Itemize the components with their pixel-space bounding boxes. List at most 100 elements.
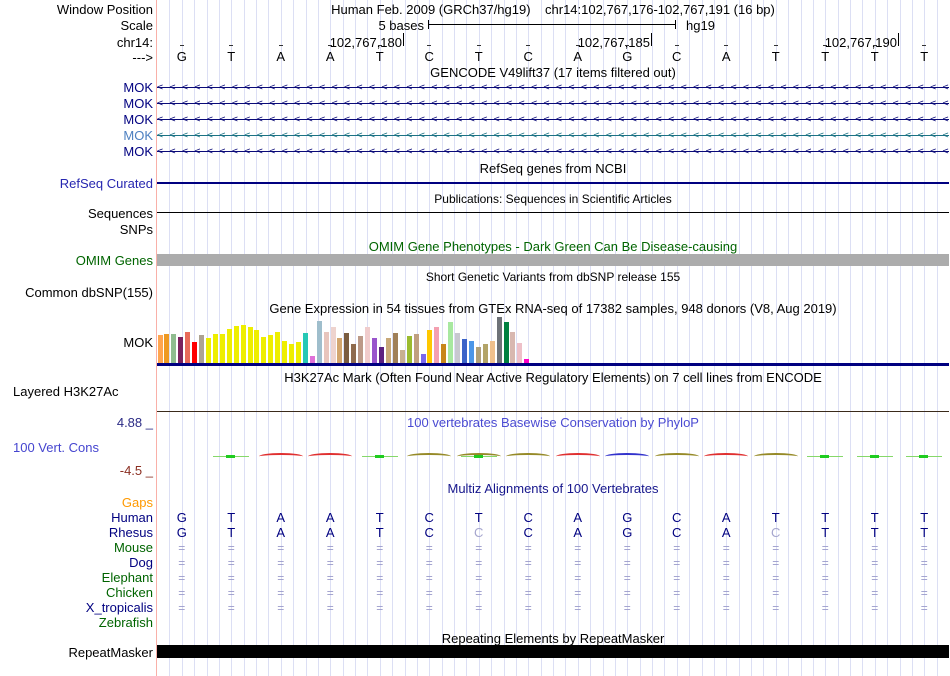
publications-track-title[interactable]: Publications: Sequences in Scientific Ar… bbox=[157, 192, 949, 207]
gtex-tissue-bar[interactable] bbox=[427, 330, 432, 363]
gtex-tissue-bar[interactable] bbox=[310, 356, 315, 363]
repeatmasker-track-title[interactable]: Repeating Elements by RepeatMasker bbox=[157, 631, 949, 646]
gtex-tissue-bar[interactable] bbox=[296, 342, 301, 363]
phylop-track-label[interactable]: 100 Vert. Cons bbox=[13, 440, 99, 456]
gtex-tissue-bar[interactable] bbox=[275, 332, 280, 363]
gtex-tissue-bar[interactable] bbox=[178, 337, 183, 363]
gtex-tissue-bar[interactable] bbox=[476, 347, 481, 363]
gtex-tissue-bar[interactable] bbox=[490, 341, 495, 363]
gencode-transcript-row[interactable]: <<<<<<<<<<<<<<<<<<<<<<<<<<<<<<<<<<<<<<<<… bbox=[157, 146, 949, 158]
gtex-tissue-bar[interactable] bbox=[358, 336, 363, 363]
gtex-tissue-bar[interactable] bbox=[414, 334, 419, 363]
sequences-label[interactable]: Sequences bbox=[88, 206, 153, 222]
gencode-item-label[interactable]: MOK bbox=[123, 128, 153, 144]
gtex-tissue-bar[interactable] bbox=[248, 327, 253, 363]
h3k27ac-track-title[interactable]: H3K27Ac Mark (Often Found Near Active Re… bbox=[157, 370, 949, 385]
gtex-tissue-bar[interactable] bbox=[241, 325, 246, 363]
gencode-item-label[interactable]: MOK bbox=[123, 112, 153, 128]
gtex-tissue-bar[interactable] bbox=[213, 334, 218, 363]
gtex-tissue-bar[interactable] bbox=[192, 342, 197, 363]
gencode-item-label[interactable]: MOK bbox=[123, 144, 153, 160]
species-label-mouse[interactable]: Mouse bbox=[114, 540, 153, 556]
gtex-tissue-bar[interactable] bbox=[261, 337, 266, 363]
strand-direction-label[interactable]: ---> bbox=[132, 50, 153, 66]
gtex-tissue-bar[interactable] bbox=[517, 343, 522, 363]
gtex-tissue-bar[interactable] bbox=[462, 339, 467, 363]
gtex-gene-label[interactable]: MOK bbox=[123, 335, 153, 351]
layered-h3k27ac-label[interactable]: Layered H3K27Ac bbox=[13, 384, 119, 400]
gtex-tissue-bar[interactable] bbox=[421, 354, 426, 363]
dbsnp-track-title[interactable]: Short Genetic Variants from dbSNP releas… bbox=[157, 270, 949, 285]
gencode-item-label[interactable]: MOK bbox=[123, 96, 153, 112]
snps-label[interactable]: SNPs bbox=[120, 222, 153, 238]
h3k27ac-baseline[interactable] bbox=[157, 411, 949, 412]
gtex-tissue-bar[interactable] bbox=[510, 332, 515, 363]
common-dbsnp-label[interactable]: Common dbSNP(155) bbox=[25, 285, 153, 301]
gtex-tissue-bar[interactable] bbox=[282, 341, 287, 363]
gtex-tissue-bar[interactable] bbox=[317, 321, 322, 363]
gtex-tissue-bar[interactable] bbox=[158, 335, 163, 363]
gtex-tissue-bar[interactable] bbox=[483, 344, 488, 363]
species-label-gaps[interactable]: Gaps bbox=[122, 495, 153, 511]
gtex-tissue-bar[interactable] bbox=[455, 333, 460, 363]
gtex-tissue-bar[interactable] bbox=[407, 336, 412, 363]
gtex-track-title[interactable]: Gene Expression in 54 tissues from GTEx … bbox=[157, 301, 949, 316]
gtex-tissue-bar[interactable] bbox=[303, 333, 308, 363]
gtex-tissue-bar[interactable] bbox=[337, 338, 342, 363]
gtex-tissue-bar[interactable] bbox=[434, 327, 439, 363]
omim-track-title[interactable]: OMIM Gene Phenotypes - Dark Green Can Be… bbox=[157, 239, 949, 254]
species-label-zebrafish[interactable]: Zebrafish bbox=[99, 615, 153, 631]
refseq-curated-item[interactable] bbox=[157, 182, 949, 184]
gencode-transcript-row[interactable]: <<<<<<<<<<<<<<<<<<<<<<<<<<<<<<<<<<<<<<<<… bbox=[157, 130, 949, 142]
multiz-track-title[interactable]: Multiz Alignments of 100 Vertebrates bbox=[157, 481, 949, 496]
gtex-tissue-bar[interactable] bbox=[441, 344, 446, 363]
gtex-tissue-bar[interactable] bbox=[524, 359, 529, 363]
gtex-tissue-bar[interactable] bbox=[393, 333, 398, 363]
gtex-tissue-bar[interactable] bbox=[185, 332, 190, 363]
gencode-transcript-row[interactable]: <<<<<<<<<<<<<<<<<<<<<<<<<<<<<<<<<<<<<<<<… bbox=[157, 82, 949, 94]
phylop-track-title[interactable]: 100 vertebrates Basewise Conservation by… bbox=[157, 415, 949, 430]
gtex-tissue-bar[interactable] bbox=[379, 347, 384, 363]
gencode-transcript-row[interactable]: <<<<<<<<<<<<<<<<<<<<<<<<<<<<<<<<<<<<<<<<… bbox=[157, 114, 949, 126]
species-label-chicken[interactable]: Chicken bbox=[106, 585, 153, 601]
sequences-item[interactable] bbox=[157, 212, 949, 213]
gtex-tissue-bar[interactable] bbox=[344, 333, 349, 363]
gtex-tissue-bar[interactable] bbox=[254, 330, 259, 363]
gtex-tissue-bar[interactable] bbox=[234, 326, 239, 363]
left-arrow-icon: < bbox=[593, 98, 599, 110]
omim-genes-label[interactable]: OMIM Genes bbox=[76, 253, 153, 269]
gtex-tissue-bar[interactable] bbox=[469, 341, 474, 363]
gencode-track-title[interactable]: GENCODE V49lift37 (17 items filtered out… bbox=[157, 65, 949, 80]
repeatmasker-item[interactable] bbox=[157, 645, 949, 658]
gtex-tissue-bar[interactable] bbox=[386, 338, 391, 363]
gencode-item-label[interactable]: MOK bbox=[123, 80, 153, 96]
gtex-tissue-bar[interactable] bbox=[206, 338, 211, 363]
gtex-tissue-bar[interactable] bbox=[331, 327, 336, 363]
gtex-tissue-bar[interactable] bbox=[351, 344, 356, 363]
species-label-x_tropicalis[interactable]: X_tropicalis bbox=[86, 600, 153, 616]
species-label-elephant[interactable]: Elephant bbox=[102, 570, 153, 586]
species-label-dog[interactable]: Dog bbox=[129, 555, 153, 571]
gtex-tissue-bar[interactable] bbox=[171, 334, 176, 363]
left-arrow-icon: < bbox=[519, 146, 525, 158]
gtex-tissue-bar[interactable] bbox=[220, 334, 225, 363]
gtex-tissue-bar[interactable] bbox=[448, 322, 453, 363]
gencode-transcript-row[interactable]: <<<<<<<<<<<<<<<<<<<<<<<<<<<<<<<<<<<<<<<<… bbox=[157, 98, 949, 110]
gtex-tissue-bar[interactable] bbox=[400, 350, 405, 363]
repeatmasker-label[interactable]: RepeatMasker bbox=[68, 645, 153, 661]
gtex-tissue-bar[interactable] bbox=[497, 317, 502, 363]
gtex-tissue-bar[interactable] bbox=[372, 338, 377, 363]
species-label-rhesus[interactable]: Rhesus bbox=[109, 525, 153, 541]
gtex-tissue-bar[interactable] bbox=[164, 334, 169, 363]
gtex-tissue-bar[interactable] bbox=[324, 332, 329, 363]
gtex-tissue-bar[interactable] bbox=[227, 329, 232, 363]
gtex-tissue-bar[interactable] bbox=[289, 344, 294, 363]
gtex-tissue-bar[interactable] bbox=[504, 322, 509, 363]
species-label-human[interactable]: Human bbox=[111, 510, 153, 526]
gtex-tissue-bar[interactable] bbox=[268, 335, 273, 363]
gtex-tissue-bar[interactable] bbox=[199, 335, 204, 363]
refseq-track-title[interactable]: RefSeq genes from NCBI bbox=[157, 161, 949, 176]
refseq-curated-label[interactable]: RefSeq Curated bbox=[60, 176, 153, 192]
gtex-tissue-bar[interactable] bbox=[365, 327, 370, 363]
omim-gene-item[interactable] bbox=[157, 254, 949, 266]
